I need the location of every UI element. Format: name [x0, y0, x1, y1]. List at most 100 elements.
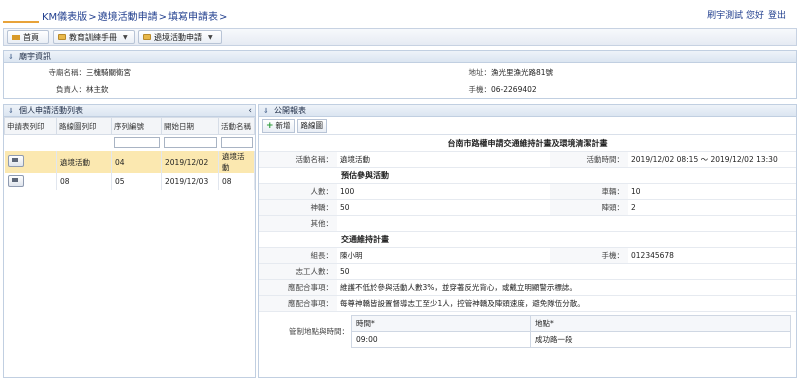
- control-table-header: 時間* 地點*: [351, 315, 791, 332]
- breadcrumb-separator: >: [158, 12, 167, 23]
- date-cell: 2019/12/03: [161, 173, 219, 190]
- note2-row: 應配合事項： 每尊神轎皆設置督導志工至少1人，控管神轎及陣頭速度，避免隊伍分散。: [259, 296, 796, 312]
- note1-row: 應配合事項： 維護不低於參與活動人數3%，並穿著反光背心，或戴立明顯警示標誌。: [259, 280, 796, 296]
- print-icon[interactable]: [7, 174, 24, 187]
- add-button[interactable]: + 新增: [262, 118, 295, 133]
- table-row[interactable]: 08 05 2019/12/03 08: [4, 173, 255, 190]
- people-row: 人數： 100 車輛： 10: [259, 184, 796, 200]
- col-route-print[interactable]: 路線圖列印: [56, 117, 112, 135]
- traffic-plan-title: 交通維持計畫: [259, 232, 796, 248]
- collapse-icon[interactable]: ⇓: [263, 107, 271, 115]
- phone-label: 手機：: [468, 85, 492, 94]
- user-area: 刷宇測試 您好 登出: [707, 8, 786, 21]
- collapse-icon: ⇓: [8, 52, 14, 61]
- public-report-panel: ⇓ 公開報表 + 新增 路線圖 台南市路權申請交通維持計畫及環境清潔計畫 活動名稱：…: [258, 104, 797, 378]
- people-label: 人數：: [259, 184, 337, 199]
- chevron-left-icon[interactable]: ‹: [248, 106, 252, 116]
- name-filter-input[interactable]: [220, 137, 253, 148]
- application-list-title: 個人申請活動列表: [19, 106, 83, 115]
- mobile-label: 手機：: [550, 248, 628, 263]
- route-map-label: 路線圖: [300, 121, 324, 130]
- temple-info-title: 廟宇資訊: [19, 52, 51, 61]
- public-report-title: 公開報表: [274, 106, 306, 115]
- volunteer-row: 志工人數： 50: [259, 264, 796, 280]
- apply-menu-button[interactable]: 遶境活動申請 ▼: [138, 30, 222, 44]
- other-row: 其他：: [259, 216, 796, 232]
- col-place: 地點*: [530, 315, 791, 332]
- leader-label: 組長：: [259, 248, 337, 263]
- temple-info-panel: ⇓ 廟宇資訊 寺廟名稱： 三槐騎關衛宮 地址： 漁光里漁光路81號 負責人： 林主…: [3, 50, 797, 99]
- seq-cell: 05: [111, 173, 162, 190]
- table-row[interactable]: 遶境活動 04 2019/12/02 遶境活動: [4, 151, 255, 173]
- table-row[interactable]: 09:00 成功路一段: [351, 331, 791, 348]
- activity-time-label: 活動時間：: [550, 152, 628, 167]
- note2-value: 每尊神轎皆設置督導志工至少1人，控管神轎及陣頭速度，避免隊伍分散。: [340, 299, 585, 308]
- home-icon: [12, 34, 20, 40]
- print-icon[interactable]: [7, 155, 24, 167]
- owner-row: 負責人： 林主欽 手機： 06-2269402: [4, 82, 537, 97]
- report-toolbar: + 新增 路線圖: [259, 117, 796, 135]
- owner-label: 負責人：: [56, 85, 86, 94]
- col-start-date[interactable]: 開始日期: [161, 117, 219, 135]
- control-label: 管制地點與時間：: [289, 327, 349, 336]
- filter-row: [5, 135, 255, 152]
- sedan-row: 神轎： 50 陣頭： 2: [259, 200, 796, 216]
- cars-value: 10: [631, 187, 641, 196]
- troupe-value: 2: [631, 203, 636, 212]
- application-list-panel: ⇓ 個人申請活動列表 ‹ 申請表列印 路線圖列印 序列編號 開始日期 活動名稱 遶…: [3, 104, 256, 378]
- application-table: 申請表列印 路線圖列印 序列編號 開始日期 活動名稱 遶境活動 04 2019/…: [4, 117, 255, 190]
- people-value: 100: [340, 187, 355, 196]
- col-activity-name[interactable]: 活動名稱: [218, 117, 255, 135]
- col-seq[interactable]: 序列編號: [111, 117, 162, 135]
- report-form: 台南市路權申請交通維持計畫及環境清潔計畫 活動名稱： 遶境活動 活動時間： 20…: [259, 136, 796, 352]
- home-button[interactable]: 首頁: [7, 30, 49, 44]
- plus-icon: +: [266, 120, 274, 131]
- add-button-label: 新增: [275, 121, 291, 130]
- main-toolbar: 首頁 教育訓練手冊 ▼ 遶境活動申請 ▼: [3, 28, 797, 46]
- col-form-print[interactable]: 申請表列印: [4, 117, 57, 135]
- leader-row: 組長： 陳小明 手機： 012345678: [259, 248, 796, 264]
- seq-cell: 04: [111, 151, 162, 173]
- address-label: 地址：: [468, 68, 492, 77]
- collapse-icon[interactable]: ⇓: [8, 107, 16, 115]
- cars-label: 車輛：: [550, 184, 628, 199]
- leader-value: 陳小明: [340, 251, 363, 260]
- note2-label: 應配合事項：: [259, 296, 337, 311]
- user-greeting: 刷宇測試 您好: [707, 11, 764, 21]
- temple-name-label: 寺廟名稱：: [48, 68, 87, 77]
- route-cell: 遶境活動: [56, 151, 112, 173]
- breadcrumb-home[interactable]: KM儀表版: [42, 12, 87, 23]
- date-cell: 2019/12/02: [161, 151, 219, 173]
- chevron-down-icon: ▼: [208, 33, 213, 41]
- activity-row: 活動名稱： 遶境活動 活動時間： 2019/12/02 08:15 ～ 2019…: [259, 152, 796, 168]
- apply-menu-label: 遶境活動申請: [154, 32, 202, 42]
- breadcrumb-apply[interactable]: 遶境活動申請: [98, 12, 158, 23]
- temple-name-value: 三槐騎關衛宮: [86, 68, 131, 77]
- top-bar: KM儀表版>遶境活動申請>填寫申請表> 刷宇測試 您好 登出: [0, 0, 800, 26]
- manual-menu-label: 教育訓練手冊: [69, 32, 117, 42]
- route-map-button[interactable]: 路線圖: [296, 118, 328, 133]
- mobile-value: 012345678: [631, 251, 674, 260]
- home-button-label: 首頁: [23, 32, 39, 42]
- phone-value: 06-2269402: [491, 85, 537, 94]
- public-report-header: ⇓ 公開報表: [259, 105, 796, 117]
- table-header: 申請表列印 路線圖列印 序列編號 開始日期 活動名稱: [4, 117, 255, 135]
- activity-name-label: 活動名稱：: [259, 152, 337, 167]
- breadcrumb-form[interactable]: 填寫申請表: [168, 12, 218, 23]
- owner-value: 林主欽: [86, 85, 109, 94]
- activity-name-value: 遶境活動: [340, 155, 370, 164]
- col-time: 時間*: [351, 315, 531, 332]
- manual-menu-button[interactable]: 教育訓練手冊 ▼: [53, 30, 135, 44]
- sedan-label: 神轎：: [259, 200, 337, 215]
- date-filter-input[interactable]: [163, 137, 217, 148]
- control-location-block: 管制地點與時間： 時間* 地點* 09:00 成功路一段: [259, 312, 796, 352]
- temple-info-header[interactable]: ⇓ 廟宇資訊: [4, 51, 796, 63]
- chevron-down-icon: ▼: [123, 33, 128, 41]
- breadcrumb-separator: >: [88, 12, 97, 23]
- other-label: 其他：: [259, 216, 337, 231]
- folder-icon: [143, 34, 151, 40]
- logout-link[interactable]: 登出: [768, 11, 786, 21]
- place-cell: 成功路一段: [530, 331, 791, 348]
- seq-filter-input[interactable]: [113, 137, 160, 148]
- application-list-header: ⇓ 個人申請活動列表 ‹: [4, 105, 255, 117]
